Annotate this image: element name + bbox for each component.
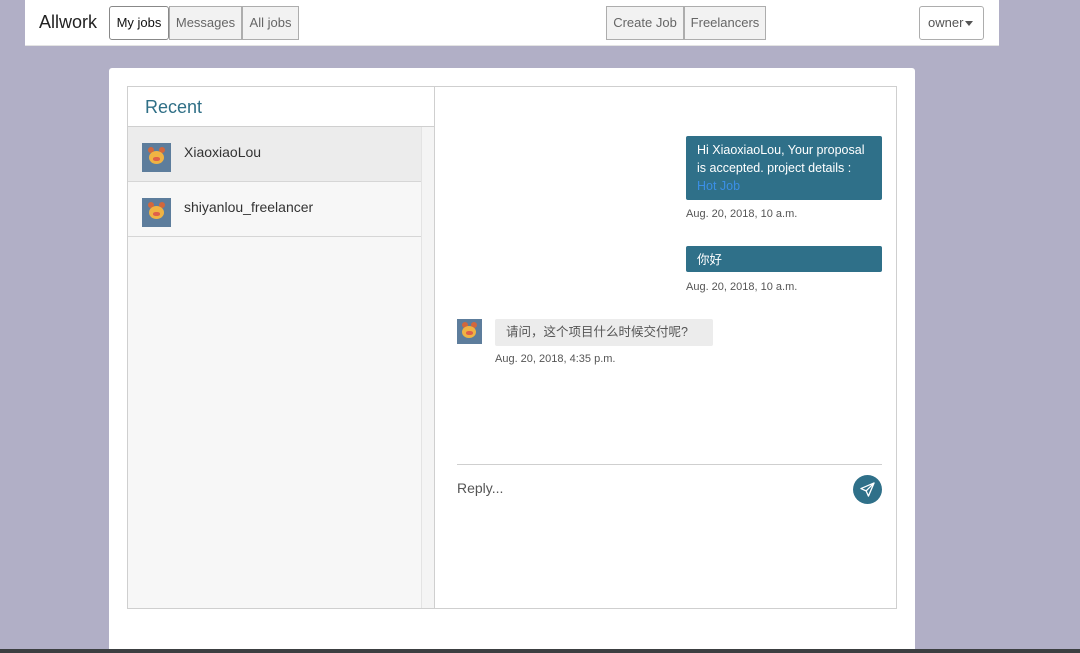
- message-text: Hi XiaoxiaoLou, Your proposal is accepte…: [697, 143, 865, 175]
- contact-name: shiyanlou_freelancer: [184, 199, 314, 215]
- contacts-scrollbar[interactable]: [421, 127, 434, 608]
- avatar-icon: [457, 319, 482, 344]
- messages-card: Recent XiaoxiaoLou shiyanlou_freelancer …: [109, 68, 915, 653]
- user-menu-label: owner: [928, 15, 964, 30]
- avatar-icon: [142, 143, 171, 172]
- hot-job-link[interactable]: Hot Job: [697, 179, 740, 193]
- recent-heading: Recent: [128, 87, 434, 127]
- tab-messages[interactable]: Messages: [169, 6, 242, 40]
- brand-logo[interactable]: Allwork: [39, 12, 97, 33]
- contacts-sidebar: Recent XiaoxiaoLou shiyanlou_freelancer: [128, 87, 435, 608]
- top-navbar: Allwork My jobs Messages All jobs Create…: [25, 0, 999, 46]
- message-bubble-outgoing: Hi XiaoxiaoLou, Your proposal is accepte…: [686, 136, 882, 200]
- message-timestamp: Aug. 20, 2018, 4:35 p.m.: [495, 353, 616, 365]
- tab-my-jobs[interactable]: My jobs: [109, 6, 169, 40]
- freelancers-button[interactable]: Freelancers: [684, 6, 766, 40]
- caret-down-icon: [965, 21, 973, 26]
- message-timestamp: Aug. 20, 2018, 10 a.m.: [686, 281, 798, 293]
- avatar-icon: [142, 198, 171, 227]
- tab-all-jobs[interactable]: All jobs: [242, 6, 299, 40]
- user-menu-dropdown[interactable]: owner: [919, 6, 984, 40]
- messages-panel: Recent XiaoxiaoLou shiyanlou_freelancer …: [127, 86, 897, 609]
- send-button[interactable]: [853, 475, 882, 504]
- send-icon: [860, 482, 875, 497]
- message-bubble-incoming: 请问，这个项目什么时候交付呢?: [495, 319, 713, 346]
- message-timestamp: Aug. 20, 2018, 10 a.m.: [686, 208, 798, 220]
- taskbar-strip: [0, 649, 1080, 653]
- message-text: 你好: [697, 253, 723, 267]
- create-job-button[interactable]: Create Job: [606, 6, 684, 40]
- chat-pane: Hi XiaoxiaoLou, Your proposal is accepte…: [435, 87, 896, 608]
- reply-divider: [457, 464, 882, 465]
- contact-item-xiaoxiaolou[interactable]: XiaoxiaoLou: [128, 127, 422, 182]
- contact-item-shiyanlou-freelancer[interactable]: shiyanlou_freelancer: [128, 182, 422, 237]
- message-text: 请问，这个项目什么时候交付呢?: [506, 325, 688, 339]
- contact-name: XiaoxiaoLou: [184, 144, 262, 160]
- message-bubble-outgoing: 你好: [686, 246, 882, 272]
- reply-input[interactable]: [457, 474, 837, 502]
